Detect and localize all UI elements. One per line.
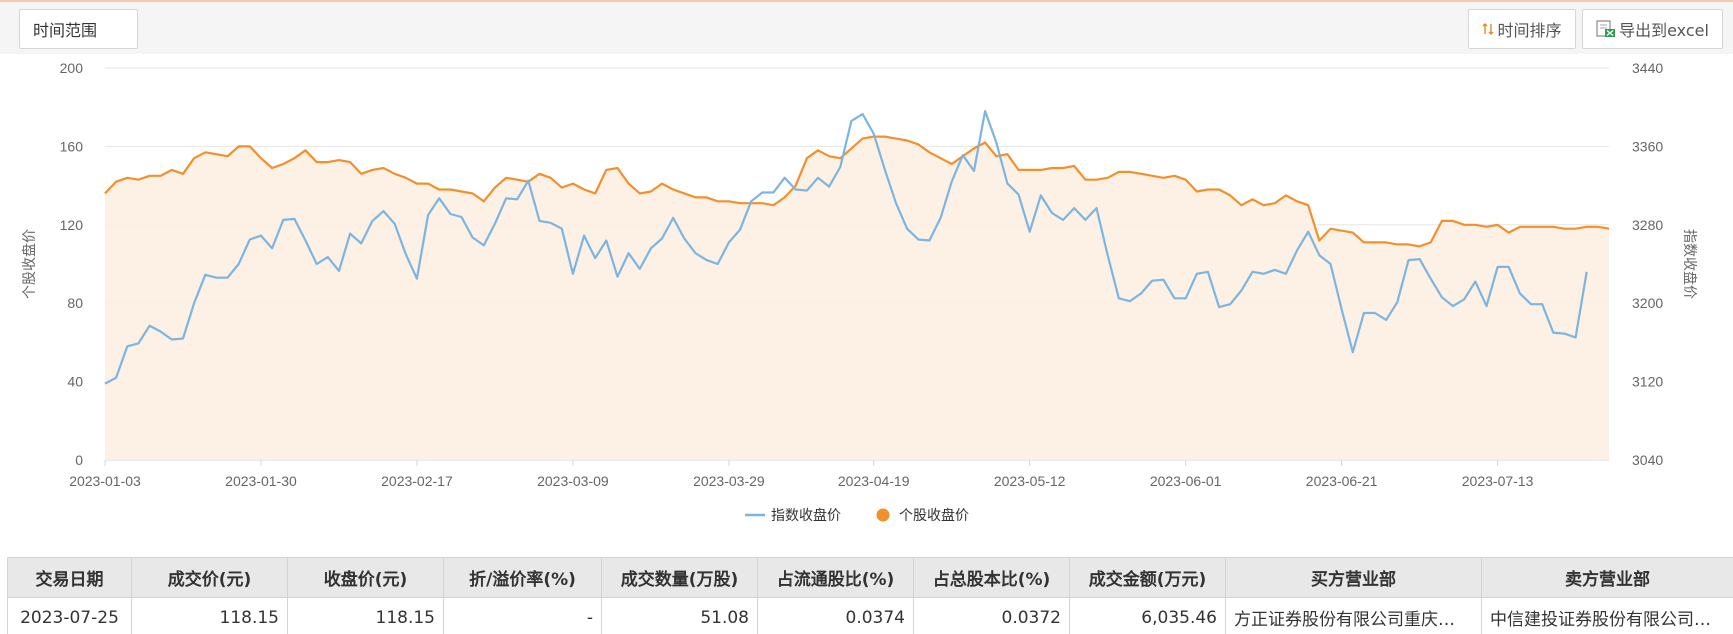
cell-trade-date: 2023-07-25	[7, 597, 132, 634]
x-axis-tick-label: 2023-04-19	[838, 473, 910, 489]
x-axis-tick-label: 2023-01-30	[225, 473, 297, 489]
col-header-premium-rate[interactable]: 折/溢价率(%)	[443, 557, 602, 598]
right-axis-tick-label: 3440	[1632, 60, 1663, 76]
cell-seller: 中信建投证券股份有限公司…	[1481, 597, 1733, 634]
left-axis-tick-label: 120	[60, 217, 84, 233]
col-header-seller[interactable]: 卖方营业部	[1481, 557, 1733, 598]
right-axis-tick-label: 3200	[1632, 295, 1663, 311]
cell-buyer: 方正证券股份有限公司重庆…	[1225, 597, 1482, 634]
x-axis-tick-label: 2023-02-17	[381, 473, 453, 489]
col-header-volume[interactable]: 成交数量(万股)	[601, 557, 758, 598]
block-trade-table: 交易日期 成交价(元) 收盘价(元) 折/溢价率(%) 成交数量(万股) 占流通…	[7, 557, 1733, 634]
left-axis-tick-label: 0	[75, 452, 83, 468]
x-axis-tick-label: 2023-06-01	[1150, 473, 1222, 489]
export-excel-button[interactable]: 导出到excel	[1582, 9, 1723, 49]
cell-premium-rate: -	[443, 597, 602, 634]
x-axis-tick-label: 2023-03-29	[693, 473, 765, 489]
cell-amount: 6,035.46	[1069, 597, 1226, 634]
time-sort-label: 时间排序	[1497, 21, 1562, 40]
table-row[interactable]: 2023-07-25 118.15 118.15 - 51.08 0.0374 …	[7, 597, 1733, 634]
x-axis-tick-label: 2023-06-21	[1306, 473, 1378, 489]
col-header-trade-date[interactable]: 交易日期	[7, 557, 132, 598]
col-header-close-price[interactable]: 收盘价(元)	[287, 557, 444, 598]
right-axis-tick-label: 3040	[1632, 452, 1663, 468]
time-sort-button[interactable]: 时间排序	[1468, 9, 1576, 49]
price-chart: 200 3440 160 3360 120 3280 80 3200 40 3120 0 3040 个股…	[0, 54, 1733, 554]
toolbar: 时间范围 时间排序 导出到excel	[0, 2, 1733, 54]
chart-canvas: 200 3440 160 3360 120 3280 80 3200 40 3120 0 3040 个股…	[21, 60, 1698, 524]
cell-total-ratio: 0.0372	[913, 597, 1070, 634]
col-header-trade-price[interactable]: 成交价(元)	[131, 557, 288, 598]
sort-arrows-icon	[1482, 22, 1494, 36]
x-axis-tick-label: 2023-07-13	[1462, 473, 1534, 489]
legend-index-label: 指数收盘价	[771, 507, 841, 524]
left-axis-tick-label: 200	[60, 60, 84, 76]
cell-volume: 51.08	[601, 597, 758, 634]
excel-export-icon	[1596, 20, 1616, 38]
cell-close-price: 118.15	[287, 597, 444, 634]
left-axis-title: 个股收盘价	[21, 229, 38, 299]
table-header-row: 交易日期 成交价(元) 收盘价(元) 折/溢价率(%) 成交数量(万股) 占流通…	[7, 557, 1733, 598]
x-axis-tick-label: 2023-01-03	[69, 473, 141, 489]
stock-area-fill	[105, 136, 1609, 460]
right-axis-tick-label: 3280	[1632, 217, 1663, 233]
time-range-button[interactable]: 时间范围	[19, 9, 138, 49]
col-header-amount[interactable]: 成交金额(万元)	[1069, 557, 1226, 598]
col-header-total-ratio[interactable]: 占总股本比(%)	[913, 557, 1070, 598]
left-axis-tick-label: 40	[67, 374, 83, 390]
col-header-buyer[interactable]: 买方营业部	[1225, 557, 1482, 598]
x-axis-tick-label: 2023-03-09	[537, 473, 609, 489]
cell-trade-price: 118.15	[131, 597, 288, 634]
left-axis-tick-label: 160	[60, 138, 84, 154]
right-axis-tick-label: 3360	[1632, 138, 1663, 154]
left-axis-tick-label: 80	[67, 295, 83, 311]
legend-stock-label: 个股收盘价	[899, 507, 969, 524]
cell-float-ratio: 0.0374	[757, 597, 914, 634]
right-axis-title: 指数收盘价	[1681, 229, 1698, 299]
col-header-float-ratio[interactable]: 占流通股比(%)	[757, 557, 914, 598]
time-range-label: 时间范围	[33, 21, 98, 40]
export-excel-label: 导出到excel	[1619, 21, 1709, 40]
x-axis-tick-label: 2023-05-12	[994, 473, 1066, 489]
legend-stock-swatch	[876, 508, 890, 522]
right-axis-tick-label: 3120	[1632, 374, 1663, 390]
